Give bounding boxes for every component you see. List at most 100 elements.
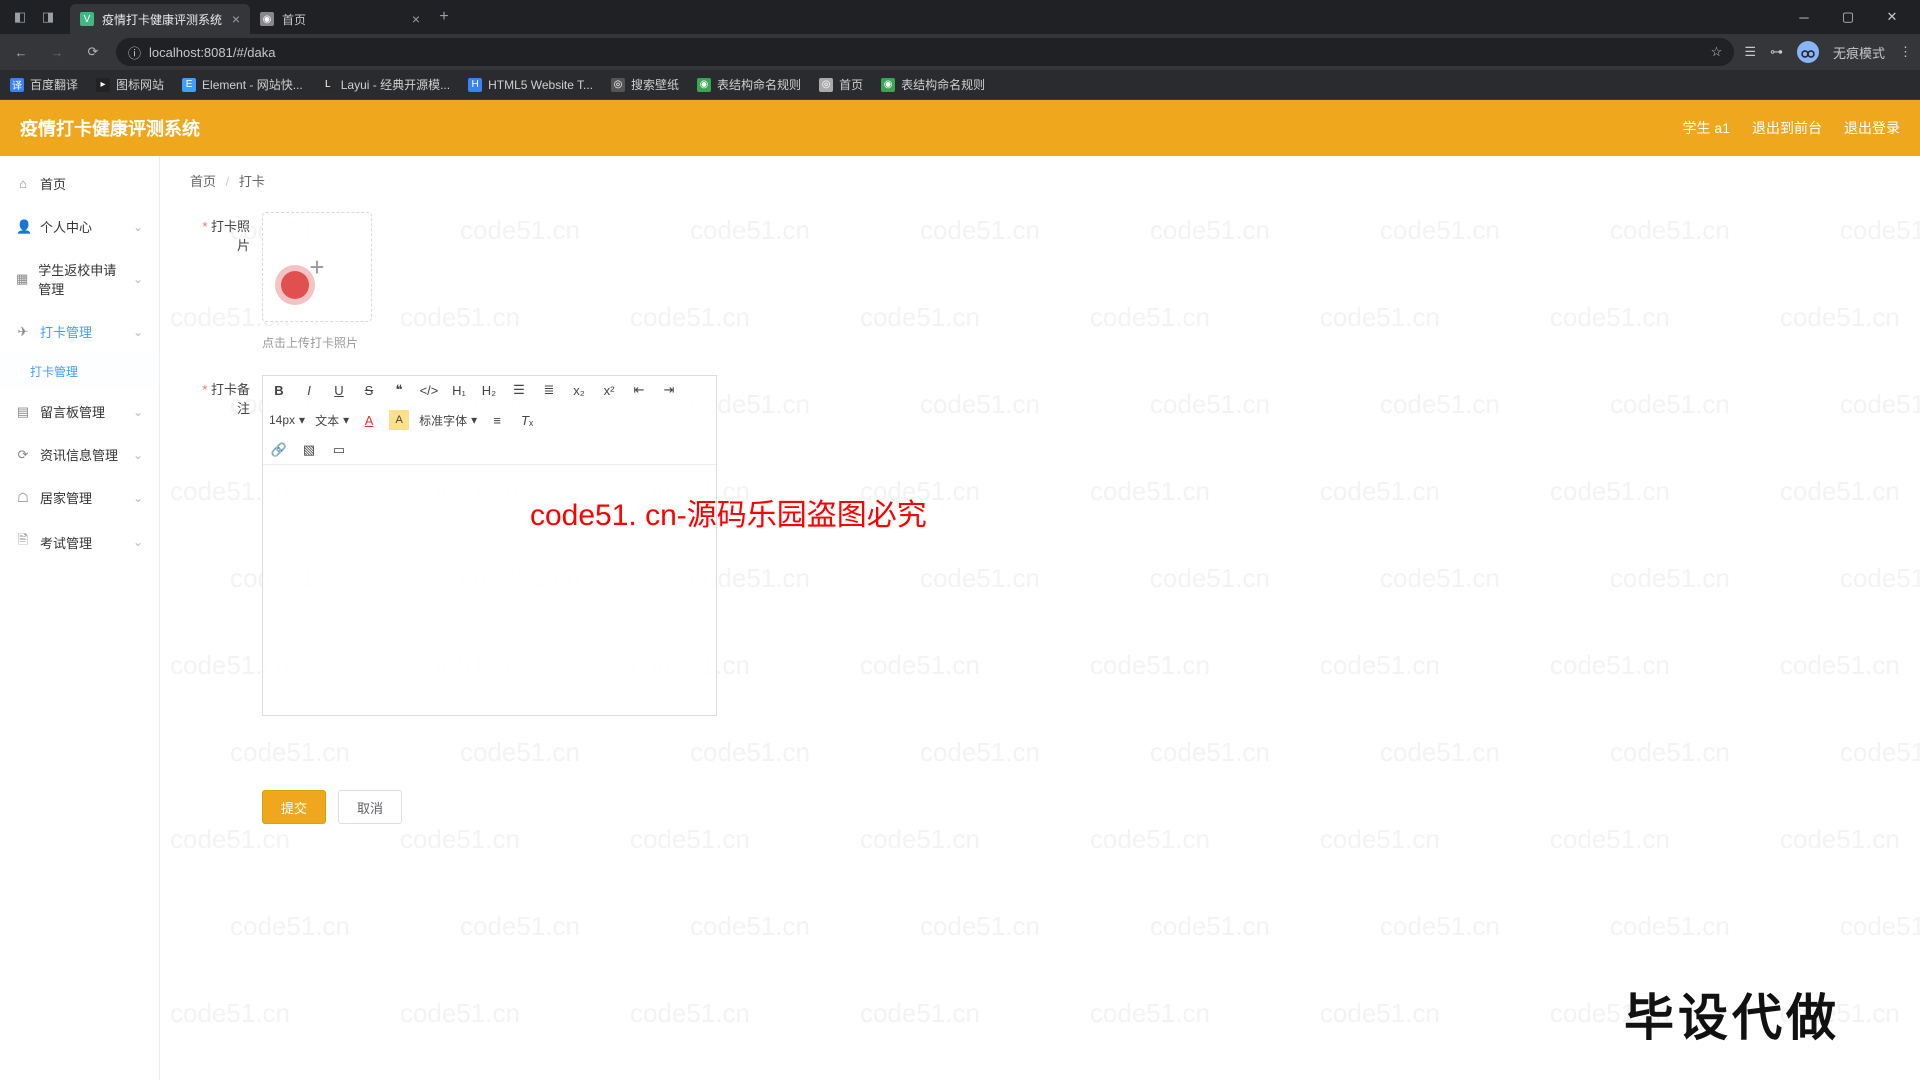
sidebar-item[interactable]: ✈打卡管理⌄ <box>0 310 159 353</box>
sidebar-subitem[interactable]: 打卡管理 <box>0 353 159 390</box>
url-input[interactable]: ⓘ localhost:8081/#/daka ☆ <box>116 38 1734 66</box>
bgcolor-icon[interactable]: A <box>389 410 409 430</box>
clear-icon[interactable]: Tₓ <box>517 410 537 430</box>
bookmark-item[interactable]: 译百度翻译 <box>10 76 78 93</box>
sup-icon[interactable]: x² <box>599 380 619 400</box>
tab-search-icon[interactable]: ◨ <box>34 3 62 31</box>
strike-icon[interactable]: S <box>359 380 379 400</box>
app-root: code51.cncode51.cncode51.cncode51.cncode… <box>0 100 1920 1080</box>
menu-icon[interactable]: ⋮ <box>1899 44 1912 60</box>
sidebar-item[interactable]: ⟳资讯信息管理⌄ <box>0 433 159 476</box>
note-label: 打卡备注 <box>190 375 250 417</box>
nav-forward[interactable]: → <box>44 39 70 65</box>
nav-back[interactable]: ← <box>8 39 34 65</box>
sidebar-icon: 🖹 <box>16 531 30 553</box>
window-maximize[interactable]: ▢ <box>1826 2 1870 32</box>
close-icon[interactable]: × <box>232 11 240 27</box>
bookmark-label: 表结构命名规则 <box>717 76 801 93</box>
indentl-icon[interactable]: ⇤ <box>629 380 649 400</box>
bookmark-label: HTML5 Website T... <box>488 78 593 92</box>
sidebar-item-label: 居家管理 <box>40 488 92 507</box>
link-icon[interactable]: 🔗 <box>269 440 289 460</box>
chevron-down-icon: ⌄ <box>133 405 143 419</box>
sidebar-icon: ▤ <box>16 404 30 420</box>
current-user[interactable]: 学生 a1 <box>1683 118 1730 138</box>
browser-tab[interactable]: ◉首页× <box>250 4 430 34</box>
bookmark-item[interactable]: ◉表结构命名规则 <box>697 76 801 93</box>
profile-avatar[interactable] <box>1797 41 1819 63</box>
italic-icon[interactable]: I <box>299 380 319 400</box>
sidebar-item[interactable]: ⌂ 首页 <box>0 162 159 205</box>
bookmark-item[interactable]: ◎搜索壁纸 <box>611 76 679 93</box>
sidebar-item-label: 个人中心 <box>40 217 92 236</box>
bold-icon[interactable]: B <box>269 380 289 400</box>
ol-icon[interactable]: ☰ <box>509 380 529 400</box>
favicon: V <box>80 12 94 26</box>
sidebar-icon: ⟳ <box>16 447 30 463</box>
image-icon-tb[interactable]: ▧ <box>299 440 319 460</box>
quote-icon[interactable]: ❝ <box>389 380 409 400</box>
browser-tab[interactable]: V 疫情打卡健康评测系统 × <box>70 4 250 34</box>
bookmark-favicon: ▸ <box>96 78 110 92</box>
sidebar-icon: ✈ <box>16 324 30 340</box>
submit-button[interactable]: 提交 <box>262 790 326 824</box>
sidebar-item[interactable]: 🖹考试管理⌄ <box>0 519 159 565</box>
indentr-icon[interactable]: ⇥ <box>659 380 679 400</box>
url-text: localhost:8081/#/daka <box>149 45 275 60</box>
chevron-down-icon: ⌄ <box>133 220 143 234</box>
bookmark-item[interactable]: LLayui - 经典开源模... <box>321 76 450 93</box>
app-title: 疫情打卡健康评测系统 <box>20 115 200 141</box>
tab-bar: ◧ ◨ V疫情打卡健康评测系统×◉首页× + ─ ▢ ✕ <box>0 0 1920 34</box>
incognito-icon <box>1801 45 1815 59</box>
bookmark-item[interactable]: ◎首页 <box>819 76 863 93</box>
bookmark-favicon: H <box>468 78 482 92</box>
textcolor-icon[interactable]: A <box>359 410 379 430</box>
new-tab-button[interactable]: + <box>430 3 458 31</box>
sidebar-item[interactable]: 👤 个人中心 ⌄ <box>0 205 159 248</box>
h2-icon[interactable]: H₂ <box>479 380 499 400</box>
bookmark-item[interactable]: EElement - 网站快... <box>182 76 303 93</box>
bookmark-label: 搜索壁纸 <box>631 76 679 93</box>
video-icon[interactable]: ▭ <box>329 440 349 460</box>
nav-reload[interactable]: ⟳ <box>80 39 106 65</box>
sidebar-item[interactable]: ☖居家管理⌄ <box>0 476 159 519</box>
sidebar-icon: ⌂ <box>16 176 30 191</box>
h1-icon[interactable]: H₁ <box>449 380 469 400</box>
sidebar-item-label: 留言板管理 <box>40 402 105 421</box>
bookmark-label: 图标网站 <box>116 76 164 93</box>
photo-label: 打卡照片 <box>190 212 250 254</box>
font-family-select[interactable]: 标准字体 ▾ <box>419 410 477 430</box>
bookmark-item[interactable]: ◉表结构命名规则 <box>881 76 985 93</box>
underline-icon[interactable]: U <box>329 380 349 400</box>
window-minimize[interactable]: ─ <box>1782 2 1826 32</box>
back-to-frontend[interactable]: 退出到前台 <box>1752 118 1822 138</box>
bookmark-item[interactable]: H HTML5 Website T... <box>468 78 593 92</box>
star-icon[interactable]: ☆ <box>1711 44 1723 60</box>
mode-select[interactable]: 文本 ▾ <box>315 410 349 430</box>
sidebar-item-label: 首页 <box>40 174 66 193</box>
cancel-button[interactable]: 取消 <box>338 790 402 824</box>
password-key-icon[interactable]: ⊶ <box>1770 44 1783 60</box>
window-close[interactable]: ✕ <box>1870 2 1914 32</box>
photo-uploader[interactable]: + <box>262 212 372 322</box>
sidebar-icon: 👤 <box>16 219 30 235</box>
alignl-icon[interactable]: ≡ <box>487 410 507 430</box>
logout-link[interactable]: 退出登录 <box>1844 118 1900 138</box>
close-icon[interactable]: × <box>412 11 420 27</box>
tab-title: 首页 <box>282 11 306 28</box>
tab-overflow-icon[interactable]: ◧ <box>6 3 34 31</box>
sub-icon[interactable]: x₂ <box>569 380 589 400</box>
main-content: 首页 / 打卡 打卡照片 + 点击上传打卡照片 打卡备注 <box>160 156 1920 1080</box>
chevron-down-icon: ⌄ <box>133 535 143 549</box>
ul-icon[interactable]: ≣ <box>539 380 559 400</box>
site-info-icon[interactable]: ⓘ <box>128 43 141 62</box>
upload-hint: 点击上传打卡照片 <box>262 334 372 351</box>
breadcrumb-home[interactable]: 首页 <box>190 174 216 189</box>
font-size-select[interactable]: 14px ▾ <box>269 410 305 430</box>
code-icon[interactable]: </> <box>419 380 439 400</box>
tab-title: 疫情打卡健康评测系统 <box>102 11 222 28</box>
sidebar-item[interactable]: ▦学生返校申请管理⌄ <box>0 248 159 310</box>
sidebar-item[interactable]: ▤ 留言板管理 ⌄ <box>0 390 159 433</box>
extensions-icon[interactable]: ☰ <box>1744 44 1756 60</box>
bookmark-item[interactable]: ▸ 图标网站 <box>96 76 164 93</box>
